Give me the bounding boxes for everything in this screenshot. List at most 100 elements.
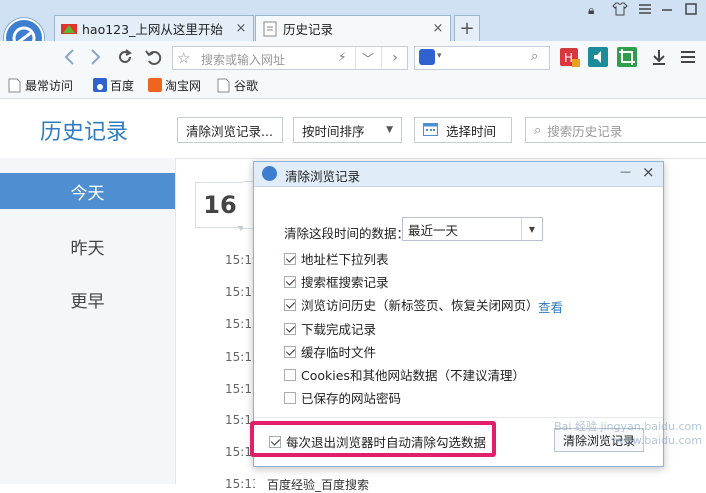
date-badge: 16 [195,182,245,228]
bookmark-baidu[interactable]: 百度 [93,77,134,94]
engine-dropdown-icon[interactable]: ▾ [437,51,442,61]
time-range-value: 最近一天 [408,222,459,238]
bookmark-taobao[interactable]: 淘宝网 [148,77,201,94]
option-label: 搜索框搜索记录 [301,275,389,290]
refresh-icon[interactable] [113,45,137,69]
extension-red-icon[interactable]: H [558,45,582,69]
history-page-header: 历史记录 清除浏览记录... 按时间排序 ▼ 选择时间 ⌕ 搜索历史记录 [0,99,706,159]
sort-by-time-dropdown[interactable]: 按时间排序 ▼ [293,117,402,143]
highlight-box [250,421,496,457]
dropdown-chevron-icon[interactable]: ﹀ [355,47,380,69]
visit-time: 15:13 [225,477,255,491]
option-address-bar[interactable]: 地址栏下拉列表 [284,249,389,268]
taobao-icon [148,78,162,93]
shirt-icon[interactable] [612,2,628,16]
page-icon [262,21,278,37]
speaker-icon[interactable] [586,45,610,69]
lock-icon[interactable]: 🔒︎ [588,3,594,18]
option-cache[interactable]: 缓存临时文件 [284,342,376,361]
checkbox[interactable] [284,275,296,288]
history-entry-title[interactable]: 百度经验_百度搜索 [267,476,369,493]
visit-time: 15:19 [225,253,255,267]
search-engine-box[interactable]: ▾ ⌕ [414,46,550,70]
calendar-icon [423,122,438,139]
star-icon[interactable]: ☆ [177,49,190,67]
bookmark-label: 谷歌 [234,79,259,93]
navigation-toolbar: ☆ 搜索或输入网址 ⚡︎ ﹀ › ▾ ⌕ H [0,41,706,75]
bookmarks-bar: 最常访问 百度 淘宝网 谷歌 [0,74,706,99]
option-label: Cookies和其他网站数据（不建议清理） [301,368,525,383]
checkbox[interactable] [284,322,296,335]
address-bar[interactable]: ☆ 搜索或输入网址 ⚡︎ ﹀ › [172,46,408,70]
baidu-paw-icon[interactable] [419,49,435,65]
tab-close-icon[interactable]: × [431,21,445,36]
page-title: 历史记录 [40,120,129,145]
bookmark-label: 淘宝网 [165,79,202,93]
search-placeholder: 搜索历史记录 [547,123,623,139]
download-icon[interactable] [647,45,671,69]
tab-strip: hao123_上网从这里开始 × 历史记录 × + 🔒︎ [0,0,706,58]
option-label: 已保存的网站密码 [301,391,402,406]
tab-title: hao123_上网从这里开始 [82,22,223,37]
chevron-down-icon: ▼ [386,125,393,135]
undo-icon[interactable] [141,45,165,69]
checkbox[interactable] [284,391,296,404]
checkbox[interactable] [284,345,296,358]
tab-close-icon[interactable]: × [234,21,248,36]
checkbox[interactable] [284,368,296,381]
time-range-select[interactable]: 最近一天 ▼ [402,217,543,241]
visit-time: 15:16 [225,285,255,299]
page-icon [217,78,230,93]
maximize-icon[interactable] [684,2,698,16]
option-label: 缓存临时文件 [301,345,377,360]
clear-history-button[interactable]: 清除浏览记录... [177,117,283,143]
visit-time: 15:15 [225,317,255,331]
menu-icon[interactable] [638,2,652,16]
go-arrow-icon[interactable]: › [381,47,408,69]
select-time-label: 选择时间 [446,123,497,139]
option-browsing-history[interactable]: 浏览访问历史（新标签页、恢复关闭网页） [284,295,539,314]
sidebar-item-earlier[interactable]: 更早 [0,281,175,317]
svg-text:H: H [564,51,573,65]
visit-time: 15:15 [225,382,255,396]
option-saved-passwords[interactable]: 已保存的网站密码 [284,388,401,407]
option-search-history[interactable]: 搜索框搜索记录 [284,272,389,291]
tab-title: 历史记录 [283,22,334,37]
history-search-input[interactable]: ⌕ 搜索历史记录 [525,117,706,143]
tab-hao123[interactable]: hao123_上网从这里开始 × [54,15,254,41]
chevron-down-icon: ▼ [521,218,542,240]
sidebar-item-yesterday[interactable]: 昨天 [0,228,175,264]
divider [254,417,663,418]
page-icon [8,78,21,93]
minimize-icon[interactable] [660,2,674,16]
main-menu-icon[interactable] [676,45,700,69]
dialog-titlebar: 清除浏览记录 — × [254,162,663,187]
back-icon[interactable] [57,45,81,69]
new-tab-button[interactable]: + [454,15,480,41]
minimize-icon[interactable]: — [620,165,631,178]
history-sidebar: 今天 昨天 更早 [0,158,176,484]
lightning-icon[interactable]: ⚡︎ [338,50,346,64]
visit-time: 15:15 [225,350,255,364]
hao123-icon [61,21,77,37]
option-cookies[interactable]: Cookies和其他网站数据（不建议清理） [284,365,525,384]
search-icon[interactable]: ⌕ [531,49,538,64]
checkbox[interactable] [284,298,296,311]
option-downloads[interactable]: 下载完成记录 [284,319,376,338]
view-link[interactable]: 查看 [538,297,563,316]
select-time-button[interactable]: 选择时间 [414,117,512,143]
watermark: Bai 经验 jingyan.baidu.com www.baidu.com [554,420,702,447]
option-label: 浏览访问历史（新标签页、恢复关闭网页） [301,298,539,313]
dialog-title: 清除浏览记录 [285,169,361,184]
crop-icon[interactable] [615,45,639,69]
bookmark-google[interactable]: 谷歌 [217,77,258,94]
browser-logo-icon [262,166,277,181]
close-icon[interactable]: × [642,163,655,181]
forward-icon[interactable] [84,45,108,69]
bookmark-label: 百度 [110,79,135,93]
option-label: 下载完成记录 [301,322,377,337]
sidebar-item-today[interactable]: 今天 [0,173,175,209]
bookmark-most-visited[interactable]: 最常访问 [8,77,73,94]
checkbox[interactable] [284,252,296,265]
tab-history[interactable]: 历史记录 × [255,15,451,41]
